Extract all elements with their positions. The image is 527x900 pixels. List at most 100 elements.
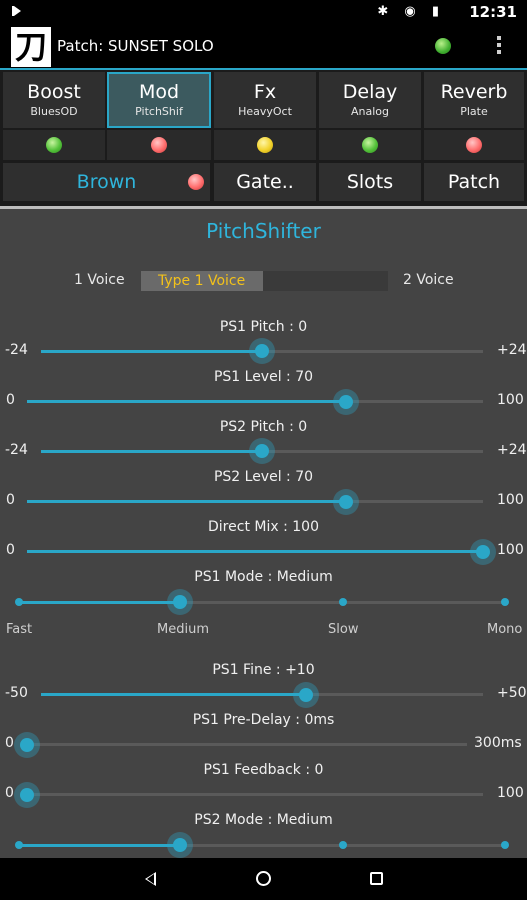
slider-fill: [27, 400, 346, 403]
home-icon[interactable]: [256, 871, 271, 886]
ps2-mode-thumb[interactable]: [167, 832, 193, 858]
led-indicator: [466, 137, 482, 153]
ps1-mode-label: PS1 Mode : Medium: [194, 569, 333, 585]
direct-mix-max: 100: [497, 542, 524, 558]
ps1-pitch-min: -24: [5, 342, 28, 358]
pedal-boost[interactable]: Boost BluesOD: [3, 72, 105, 128]
ps2-mode-stop-fast[interactable]: [15, 841, 23, 849]
ps1-fine-thumb[interactable]: [293, 682, 319, 708]
direct-mix-label: Direct Mix : 100: [208, 519, 319, 535]
clock: 12:31: [469, 3, 517, 21]
ps1-pre-delay-thumb[interactable]: [14, 732, 40, 758]
ps1-fine-min: -50: [5, 685, 28, 701]
pedal-fx[interactable]: Fx HeavyOct: [214, 72, 316, 128]
ps1-mode-stop-fast[interactable]: [15, 598, 23, 606]
voice-type-slider[interactable]: Type 1 Voice: [141, 271, 388, 291]
pedal-boost-toggle[interactable]: [3, 130, 105, 160]
ps1-feedback-slider[interactable]: [27, 793, 483, 796]
slider-fill: [41, 693, 306, 696]
slider-fill: [27, 500, 346, 503]
pedal-mod[interactable]: Mod PitchShif: [107, 72, 211, 128]
ps2-level-slider[interactable]: [27, 500, 483, 503]
pedal-name: Reverb: [440, 81, 508, 103]
ps2-pitch-max: +24: [497, 442, 527, 458]
recent-apps-icon[interactable]: [370, 872, 383, 885]
patch-button[interactable]: Patch: [424, 163, 524, 201]
ps2-pitch-thumb[interactable]: [249, 438, 275, 464]
ps1-pitch-thumb[interactable]: [249, 338, 275, 364]
led-indicator: [257, 137, 273, 153]
ps1-pre-delay-label: PS1 Pre-Delay : 0ms: [192, 712, 335, 728]
brown-led: [188, 174, 204, 190]
gate-button[interactable]: Gate..: [214, 163, 316, 201]
slider-fill: [41, 450, 262, 453]
app-logo: 刀: [11, 27, 51, 67]
slider-fill: [41, 350, 262, 353]
direct-mix-min: 0: [6, 542, 15, 558]
ps1-pre-delay-max: 300ms: [474, 735, 522, 751]
pedal-type: PitchShif: [135, 105, 183, 118]
pedal-delay-toggle[interactable]: [319, 130, 421, 160]
ps1-level-thumb[interactable]: [333, 389, 359, 415]
ps2-level-thumb[interactable]: [333, 489, 359, 515]
slots-button[interactable]: Slots: [319, 163, 421, 201]
ps2-mode-stop-mono[interactable]: [501, 841, 509, 849]
ps1-mode-step-fast: Fast: [6, 622, 33, 637]
led-indicator: [151, 137, 167, 153]
slider-fill: [19, 844, 180, 847]
ps2-level-min: 0: [6, 492, 15, 508]
slider-fill: [19, 601, 180, 604]
voice-type-value: Type 1 Voice: [158, 273, 246, 289]
brown-button[interactable]: Brown: [3, 163, 210, 201]
ps1-fine-slider[interactable]: [41, 693, 483, 696]
media-play-icon: [12, 6, 21, 16]
ps1-mode-thumb[interactable]: [167, 589, 193, 615]
pedal-name: Fx: [253, 81, 277, 103]
patch-status-led: [435, 38, 451, 54]
ps2-mode-stop-slow[interactable]: [339, 841, 347, 849]
pedal-delay[interactable]: Delay Analog: [319, 72, 421, 128]
overflow-menu-icon[interactable]: [496, 36, 502, 58]
ps2-mode-slider[interactable]: [19, 844, 505, 847]
ps1-mode-step-mono: Mono: [487, 622, 523, 637]
pedal-type: BluesOD: [30, 105, 78, 118]
direct-mix-thumb[interactable]: [470, 539, 496, 565]
pedal-type: Analog: [350, 105, 389, 118]
ps1-mode-stop-slow[interactable]: [339, 598, 347, 606]
ps2-mode-label: PS2 Mode : Medium: [194, 812, 333, 828]
ps1-level-min: 0: [6, 392, 15, 408]
pedal-name: Boost: [27, 81, 81, 103]
ps2-level-max: 100: [497, 492, 524, 508]
status-bar: ✱ ◉ ▮ 12:31: [0, 0, 527, 24]
ps1-mode-slider[interactable]: [19, 601, 505, 604]
ps2-pitch-min: -24: [5, 442, 28, 458]
pedal-reverb[interactable]: Reverb Plate: [424, 72, 524, 128]
pedal-reverb-toggle[interactable]: [424, 130, 524, 160]
ps2-level-label: PS2 Level : 70: [213, 469, 314, 485]
app-bar: 刀 Patch: SUNSET SOLO: [0, 24, 527, 70]
pedal-type: Plate: [460, 105, 488, 118]
ps1-feedback-max: 100: [497, 785, 524, 801]
voice-max-label: 2 Voice: [403, 272, 454, 288]
brown-label: Brown: [76, 171, 137, 193]
pedal-fx-toggle[interactable]: [214, 130, 316, 160]
slider-fill: [27, 550, 483, 553]
ps1-level-slider[interactable]: [27, 400, 483, 403]
ps2-pitch-label: PS2 Pitch : 0: [219, 419, 308, 435]
ps1-mode-step-medium: Medium: [157, 622, 209, 637]
ps1-pre-delay-min: 0: [5, 735, 14, 751]
ps1-feedback-thumb[interactable]: [14, 782, 40, 808]
back-icon[interactable]: [145, 872, 156, 886]
ps1-fine-max: +50: [497, 685, 527, 701]
patch-title[interactable]: Patch: SUNSET SOLO: [57, 37, 214, 55]
ps1-pitch-max: +24: [497, 342, 527, 358]
direct-mix-slider[interactable]: [27, 550, 483, 553]
effect-parameter-panel: PitchShifter 1 Voice Type 1 Voice 2 Voic…: [0, 209, 527, 858]
ps1-mode-stop-mono[interactable]: [501, 598, 509, 606]
ps1-level-max: 100: [497, 392, 524, 408]
effect-title: PitchShifter: [206, 219, 321, 243]
ps1-pre-delay-slider[interactable]: [27, 743, 467, 746]
pedal-selector: Boost BluesOD Mod PitchShif Fx HeavyOct …: [0, 70, 527, 206]
led-indicator: [362, 137, 378, 153]
pedal-mod-toggle[interactable]: [107, 130, 211, 160]
